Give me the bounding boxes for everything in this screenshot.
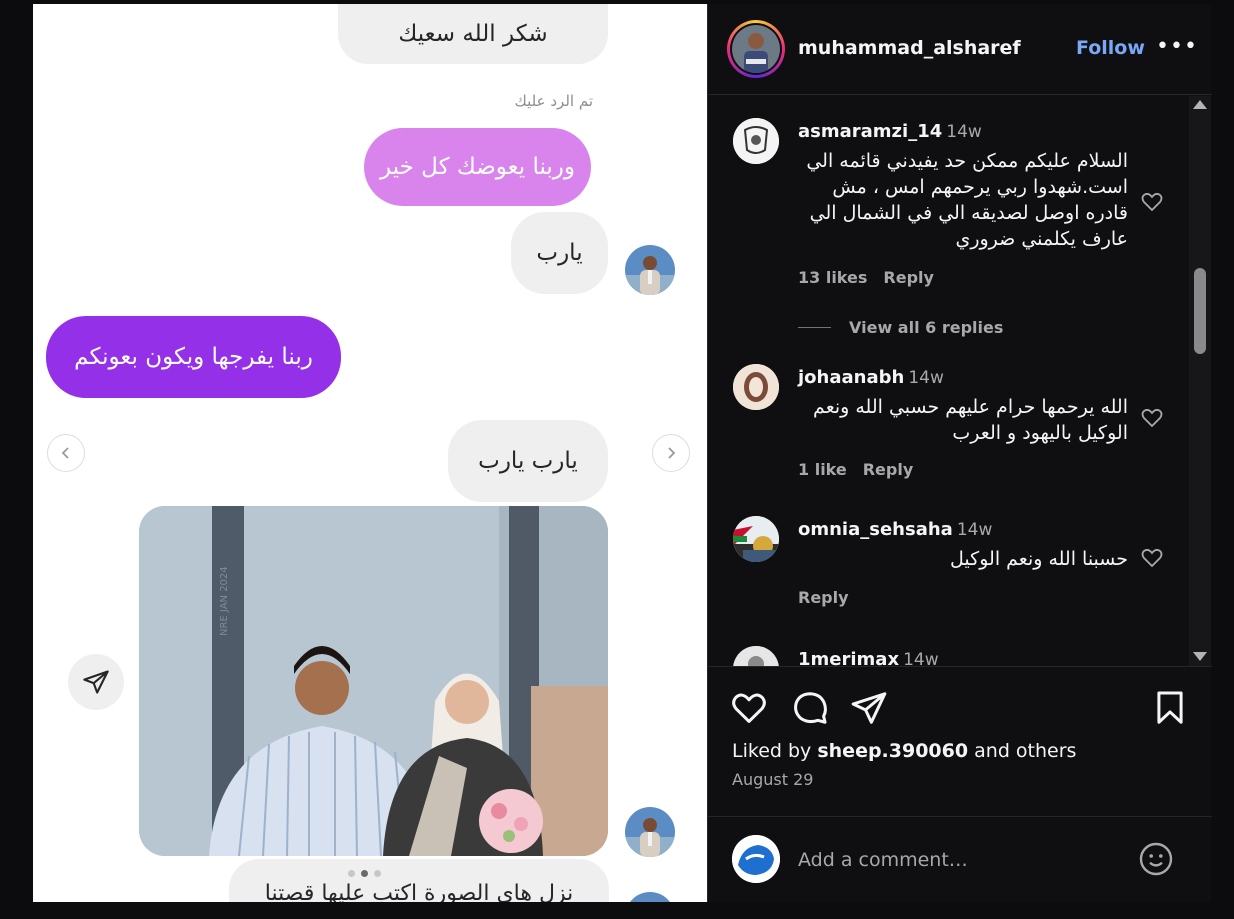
current-user-avatar: [732, 835, 780, 883]
scroll-up-arrow[interactable]: [1193, 100, 1207, 109]
bookmark-icon[interactable]: [1151, 689, 1189, 727]
chat-bubble-received: يارب: [511, 212, 608, 294]
more-options-button[interactable]: •••: [1156, 34, 1198, 59]
comment-username[interactable]: omnia_sehsaha 14w: [798, 519, 992, 540]
carousel-dot: [374, 870, 381, 877]
comment-avatar[interactable]: [733, 516, 779, 562]
comment-username[interactable]: 1merimax 14w: [798, 649, 939, 666]
heart-icon[interactable]: [1140, 190, 1164, 214]
post-sidebar: muhammad_alsharef Follow ••• asmaramzi_1…: [707, 4, 1212, 902]
carousel-next-button[interactable]: [652, 434, 690, 472]
comment-username-text[interactable]: johaanabh: [798, 367, 904, 388]
chevron-left-icon: [61, 447, 69, 459]
follow-button[interactable]: Follow: [1076, 37, 1145, 59]
chat-bubble-received: شكر الله سعيك: [338, 4, 608, 64]
comment-username-text[interactable]: 1merimax: [798, 649, 899, 666]
liked-by-others[interactable]: and others: [974, 740, 1076, 762]
comment-meta: 1 like Reply: [798, 460, 913, 479]
instagram-post-modal: شكر الله سعيك تم الرد عليك وربنا يعوضك ك…: [0, 0, 1234, 919]
comment-username[interactable]: asmaramzi_14 14w: [798, 121, 982, 142]
view-replies-button[interactable]: View all 6 replies: [798, 318, 1003, 337]
post-date[interactable]: August 29: [732, 770, 813, 789]
comment-time: 14w: [956, 520, 993, 540]
chat-avatar: [625, 245, 675, 295]
comment-text: السلام عليكم ممكن حد يفيدني قائمه الي اس…: [806, 150, 1128, 250]
chat-bubble-sent: ربنا يفرجها ويكون بعونكم: [46, 316, 341, 398]
heart-icon[interactable]: [730, 689, 768, 727]
comment-username-text[interactable]: asmaramzi_14: [798, 121, 942, 142]
comment-avatar[interactable]: [733, 118, 779, 164]
share-media-button[interactable]: [68, 654, 124, 710]
comment-username[interactable]: johaanabh 14w: [798, 367, 944, 388]
liked-by-text: Liked by sheep.390060 and others: [732, 740, 1076, 762]
comment-reply-button[interactable]: Reply: [863, 460, 914, 479]
paper-plane-icon: [83, 670, 109, 694]
comment-avatar[interactable]: [733, 646, 779, 666]
scroll-thumb[interactable]: [1194, 268, 1206, 354]
comment-time: 14w: [908, 368, 944, 388]
comment-likes[interactable]: 13 likes: [798, 268, 867, 287]
chat-photo: NRE JAN 2024: [139, 506, 608, 856]
comment-username-text[interactable]: omnia_sehsaha: [798, 519, 953, 540]
chat-bubble-reply: وربنا يعوضك كل خير: [364, 128, 591, 206]
liked-by-prefix: Liked by: [732, 740, 812, 762]
chat-avatar: [625, 807, 675, 857]
chevron-right-icon: [668, 447, 676, 459]
paper-plane-icon[interactable]: [850, 689, 888, 727]
post-actions: Liked by sheep.390060 and others August …: [708, 666, 1212, 816]
comments-scrollbar[interactable]: [1189, 96, 1211, 666]
comment-icon[interactable]: [791, 689, 829, 727]
carousel-dot: [348, 870, 355, 877]
comment-text: حسبنا الله ونعم الوكيل: [950, 548, 1128, 570]
comment-reply-button[interactable]: Reply: [883, 268, 934, 287]
photo-watermark: NRE JAN 2024: [219, 566, 230, 636]
comment-meta: 13 likes Reply: [798, 268, 934, 287]
liked-by-user[interactable]: sheep.390060: [817, 740, 968, 762]
view-replies-label[interactable]: View all 6 replies: [849, 318, 1003, 337]
post-header: muhammad_alsharef Follow •••: [708, 4, 1212, 95]
comments-list: asmaramzi_14 14w السلام عليكم ممكن حد يفي…: [708, 96, 1212, 666]
carousel-indicator: [348, 870, 381, 877]
comment-avatar[interactable]: [733, 364, 779, 410]
comment-text: الله يرحمها حرام عليهم حسبي الله ونعم ال…: [813, 396, 1128, 444]
carousel-prev-button[interactable]: [47, 434, 85, 472]
carousel-dot-active: [361, 870, 368, 877]
owner-avatar[interactable]: [727, 20, 785, 78]
post-media: شكر الله سعيك تم الرد عليك وربنا يعوضك ك…: [33, 4, 707, 902]
comment-time: 14w: [903, 650, 939, 666]
comment-likes[interactable]: 1 like: [798, 460, 847, 479]
replied-label: تم الرد عليك: [514, 92, 593, 110]
chat-bubble-received: يارب يارب: [448, 420, 608, 502]
heart-icon[interactable]: [1140, 546, 1164, 570]
comment-reply-button[interactable]: Reply: [798, 588, 849, 607]
chat-bubble-received: نزل هاي الصورة اكتب عليها قصتنا: [229, 859, 609, 902]
comment-meta: Reply: [798, 588, 849, 607]
chat-avatar: [625, 892, 675, 902]
owner-username[interactable]: muhammad_alsharef: [798, 37, 1021, 59]
comment-time: 14w: [946, 122, 982, 142]
heart-icon[interactable]: [1140, 406, 1164, 430]
emoji-icon[interactable]: [1138, 841, 1174, 877]
scroll-down-arrow[interactable]: [1193, 652, 1207, 661]
add-comment-input[interactable]: [798, 847, 1118, 873]
add-comment-bar: [708, 816, 1212, 902]
replies-divider: [798, 327, 831, 328]
